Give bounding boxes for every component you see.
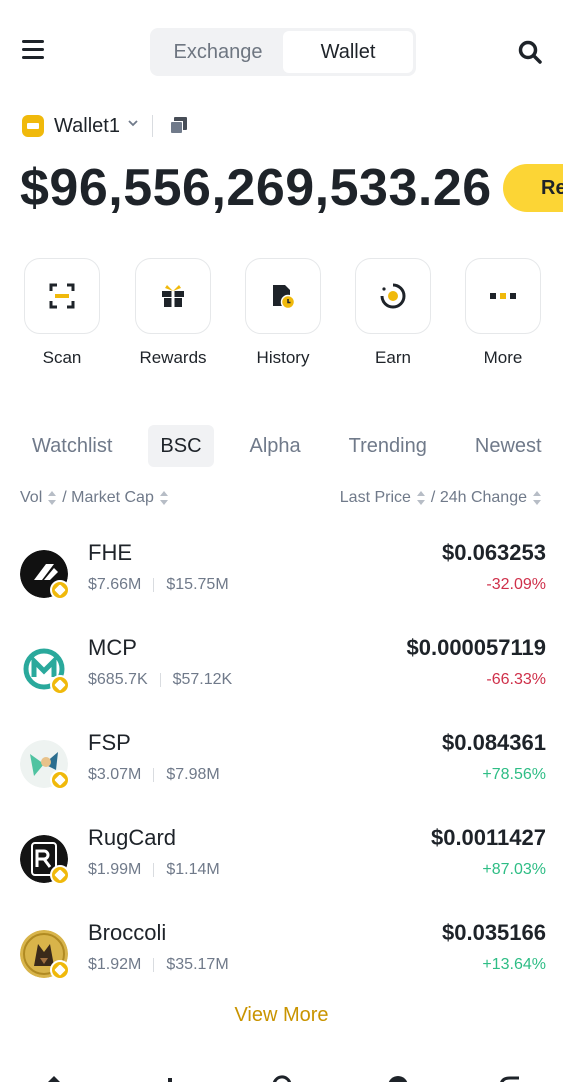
token-market-cap: $7.98M [166,766,220,783]
token-name: FHE [88,540,132,565]
copy-icon[interactable] [169,116,189,136]
token-stats: $7.66M $15.75M [88,576,229,594]
bnb-chain-icon [50,960,70,980]
divider [159,673,161,687]
tab-newest[interactable]: Newest [463,425,554,467]
action-rewards[interactable]: Rewards [133,258,213,368]
token-change: +13.64% [482,956,546,973]
sort-vol-label: Vol [20,489,43,506]
receive-button[interactable]: Re [503,164,563,212]
token-change: -66.33% [486,671,546,688]
action-label: More [483,348,523,367]
trade-icon[interactable] [270,1072,294,1082]
more-dots-icon [490,293,516,299]
markets-icon[interactable] [158,1072,182,1082]
token-price: $0.063253 [442,540,546,565]
token-price: $0.035166 [442,920,546,945]
wallet-selector[interactable]: Wallet1 [22,112,189,140]
total-balance: $96,556,269,533.26 [20,159,492,217]
token-market-cap: $15.75M [166,576,229,593]
action-label: Scan [42,348,82,367]
sort-change-label: / 24h Change [430,489,527,506]
divider [151,115,153,137]
action-more[interactable]: More [463,258,543,368]
sort-marketcap-label: / Market Cap [62,489,154,506]
sort-price-label: Last Price [339,489,411,506]
bnb-chain-icon [50,580,70,600]
token-row[interactable]: FSP $3.07M $7.98M $0.084361 +78.56% [0,730,563,810]
token-row[interactable]: Broccoli $1.92M $35.17M $0.035166 +13.64… [0,920,563,1000]
wallet-name: Wallet1 [54,114,120,137]
earn-icon [380,283,406,309]
token-stats: $1.99M $1.14M [88,861,220,879]
token-stats: $685.7K $57.12K [88,671,232,689]
tab-alpha[interactable]: Alpha [238,425,313,467]
token-market-cap: $1.14M [166,861,220,878]
token-market-cap: $35.17M [166,956,229,973]
token-volume: $685.7K [88,671,148,688]
token-row[interactable]: MCP $685.7K $57.12K $0.000057119 -66.33% [0,635,563,715]
token-stats: $1.92M $35.17M [88,956,229,974]
action-label: Rewards [139,348,207,367]
token-price: $0.0011427 [430,825,546,850]
wallet-icon [22,115,44,137]
token-name: MCP [88,635,137,660]
tab-bsc[interactable]: BSC [148,425,214,467]
token-stats: $3.07M $7.98M [88,766,220,784]
token-volume: $1.99M [88,861,142,878]
divider [153,958,155,972]
top-bar: Exchange Wallet [0,0,563,100]
token-change: +87.03% [482,861,546,878]
bnb-chain-icon [50,770,70,790]
token-row[interactable]: FHE $7.66M $15.75M $0.063253 -32.09% [0,540,563,620]
token-price: $0.000057119 [406,635,547,660]
sort-vol-marketcap[interactable]: Vol / Market Cap [20,489,174,507]
divider [153,768,155,782]
sort-arrows-icon [48,491,57,505]
bnb-chain-icon [50,865,70,885]
market-tabs: Watchlist BSC Alpha Trending Newest [20,425,563,467]
token-change: -32.09% [486,576,546,593]
token-market-cap: $57.12K [172,671,233,688]
gift-icon [162,285,184,307]
token-name: RugCard [88,825,177,850]
token-row[interactable]: RugCard $1.99M $1.14M $0.0011427 +87.03% [0,825,563,905]
bottom-navigation [0,1068,563,1082]
home-icon[interactable] [42,1072,66,1082]
action-earn[interactable]: Earn [353,258,433,368]
token-price: $0.084361 [442,730,546,755]
sort-price-change[interactable]: Last Price / 24h Change [340,489,547,507]
token-volume: $7.66M [88,576,142,593]
token-change: +78.56% [482,766,546,783]
action-label: History [256,348,310,367]
sort-arrows-icon [159,491,168,505]
history-icon [273,285,296,310]
action-label: Earn [375,348,411,367]
view-more-link[interactable]: View More [0,1004,563,1027]
divider [153,578,155,592]
action-history[interactable]: History [243,258,323,368]
tab-exchange[interactable]: Exchange [153,31,283,73]
tab-wallet[interactable]: Wallet [283,31,413,73]
assets-icon[interactable] [498,1072,522,1082]
bnb-chain-icon [50,675,70,695]
chevron-down-icon [128,120,138,127]
divider [153,863,155,877]
token-name: Broccoli [88,920,167,945]
search-icon[interactable] [517,39,543,65]
action-scan[interactable]: Scan [22,258,102,368]
sort-arrows-icon [416,491,425,505]
hamburger-menu-icon[interactable] [22,40,44,62]
tab-trending[interactable]: Trending [337,425,439,467]
token-name: FSP [88,730,131,755]
exchange-wallet-switch: Exchange Wallet [150,28,416,76]
token-volume: $1.92M [88,956,142,973]
sort-arrows-icon [533,491,541,505]
scan-icon [49,283,75,309]
discover-icon[interactable] [386,1072,410,1082]
tab-watchlist[interactable]: Watchlist [20,425,124,467]
token-volume: $3.07M [88,766,142,783]
